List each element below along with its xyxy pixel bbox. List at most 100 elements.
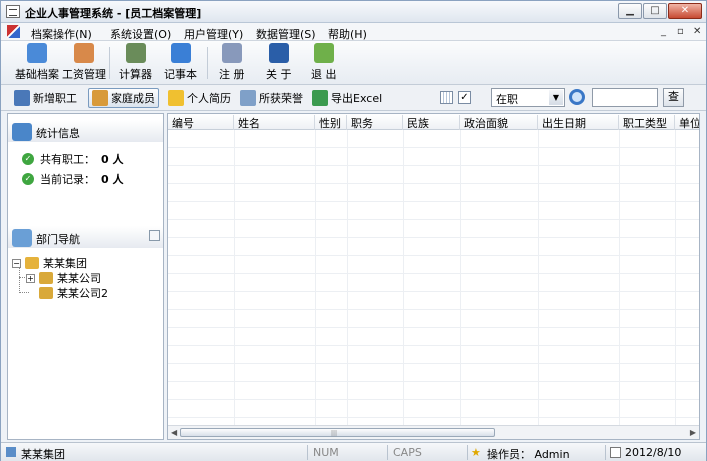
search-icon[interactable] (569, 89, 585, 105)
query-button[interactable]: 查 (663, 88, 684, 107)
status-divider (467, 445, 468, 460)
department-nav-icon (12, 229, 32, 247)
grid-column-line (347, 130, 348, 425)
export-excel-button[interactable]: 导出Excel (309, 88, 385, 108)
column-header[interactable]: 职务 (347, 115, 403, 130)
main-toolbar: 基础档案 工资管理 计算器 记事本 注 册 关 于 退 出 (1, 41, 706, 85)
toolbar-notepad-button[interactable]: 记事本 (164, 43, 197, 82)
mdi-minimize-button[interactable]: _ (661, 26, 666, 37)
group-status-icon (6, 447, 16, 457)
family-members-button[interactable]: 家庭成员 (88, 88, 159, 108)
total-employees-value: 0 人 (101, 153, 124, 166)
menu-system-settings[interactable]: 系统设置(O) (110, 26, 171, 42)
scroll-right-icon[interactable]: ▶ (690, 428, 696, 437)
menu-help[interactable]: 帮助(H) (328, 26, 367, 42)
tree-node-root[interactable]: − 某某集团 (12, 255, 87, 271)
check-icon: ✓ (22, 173, 34, 185)
exit-icon (313, 43, 334, 63)
stats-title: 统计信息 (36, 127, 80, 140)
column-header[interactable]: 编号 (168, 115, 234, 130)
calculator-icon (125, 43, 146, 63)
column-header[interactable]: 民族 (403, 115, 460, 130)
menu-archive[interactable]: 档案操作(N) (31, 26, 92, 42)
column-header[interactable]: 职工类型 (619, 115, 675, 130)
employee-grid[interactable]: 编号 姓名 性别 职务 民族 政治面貌 出生日期 职工类型 单位 ◀ ||| ▶ (167, 113, 700, 440)
status-divider (387, 445, 388, 460)
honor-icon (240, 90, 256, 106)
collapse-panel-icon[interactable] (149, 230, 160, 241)
dept-nav-title: 部门导航 (36, 233, 80, 246)
grid-column-line (234, 130, 235, 425)
notepad-icon (170, 43, 191, 63)
scroll-thumb[interactable]: ||| (180, 428, 495, 437)
toolbar-exit-button[interactable]: 退 出 (311, 43, 337, 82)
toolbar-separator (207, 47, 208, 79)
status-date: 2012/8/10 (625, 446, 682, 459)
honors-button[interactable]: 所获荣誉 (237, 88, 306, 108)
tree-node-company[interactable]: + 某某公司 (26, 270, 101, 286)
grid-view-icon[interactable] (440, 91, 453, 104)
toolbar-register-button[interactable]: 注 册 (219, 43, 245, 82)
menu-user-management[interactable]: 用户管理(Y) (184, 26, 243, 42)
stats-section-header: 统计信息 (8, 120, 163, 142)
family-icon (92, 90, 108, 106)
tree-connector (19, 292, 29, 293)
status-caps: CAPS (393, 446, 422, 459)
mdi-close-button[interactable]: ✕ (693, 26, 701, 37)
resume-label: 个人简历 (187, 92, 231, 105)
current-records-value: 0 人 (101, 173, 124, 186)
grid-column-line (403, 130, 404, 425)
toolbar-button-label: 计算器 (119, 68, 152, 81)
statistics-icon (12, 123, 32, 141)
toolbar-button-label: 基础档案 (15, 68, 59, 81)
mdi-restore-button[interactable]: ▫ (677, 26, 684, 37)
column-header[interactable]: 政治面貌 (460, 115, 538, 130)
expand-icon[interactable]: + (26, 273, 35, 283)
about-icon (268, 43, 289, 63)
status-select-value: 在职 (496, 93, 518, 106)
resume-button[interactable]: 个人简历 (165, 88, 234, 108)
chevron-down-icon[interactable]: ▼ (549, 90, 563, 105)
toolbar-button-label: 工资管理 (62, 68, 106, 81)
check-icon: ✓ (22, 153, 34, 165)
toolbar-about-button[interactable]: 关 于 (266, 43, 292, 82)
grid-column-line (315, 130, 316, 425)
excel-export-icon (312, 90, 328, 106)
salary-icon (74, 43, 94, 63)
mdi-child-icon (7, 25, 20, 38)
horizontal-scrollbar[interactable]: ◀ ||| ▶ (168, 425, 699, 439)
toolbar-salary-button[interactable]: 工资管理 (62, 43, 106, 82)
title-bar: 企业人事管理系统 - [员工档案管理] ▁ □ ✕ (1, 1, 706, 23)
group-icon (25, 257, 39, 269)
close-button[interactable]: ✕ (668, 3, 702, 19)
employment-status-select[interactable]: 在职 ▼ (491, 88, 565, 107)
menu-data-management[interactable]: 数据管理(S) (256, 26, 316, 42)
total-employees-label: 共有职工： (40, 153, 95, 166)
column-header[interactable]: 单位 (675, 115, 699, 130)
app-icon (6, 5, 20, 18)
grid-header: 编号 姓名 性别 职务 民族 政治面貌 出生日期 职工类型 单位 (168, 114, 699, 130)
status-divider (605, 445, 606, 460)
status-bar: 某某集团 NUM CAPS ★ 操作员： Admin 2012/8/10 (1, 442, 706, 461)
register-icon (221, 43, 242, 63)
star-icon: ★ (471, 446, 481, 459)
scroll-left-icon[interactable]: ◀ (171, 428, 177, 437)
column-header[interactable]: 性别 (315, 115, 347, 130)
menu-bar: 档案操作(N) 系统设置(O) 用户管理(Y) 数据管理(S) 帮助(H) _ … (1, 23, 706, 41)
show-all-checkbox[interactable]: ✓ (458, 91, 471, 104)
minimize-button[interactable]: ▁ (618, 3, 642, 19)
tree-node-company-2[interactable]: 某某公司2 (39, 285, 108, 301)
add-employee-button[interactable]: 新增职工 (11, 88, 80, 108)
tree-node-label: 某某公司 (57, 272, 101, 285)
search-input[interactable] (592, 88, 658, 107)
archive-icon (27, 43, 47, 63)
company-icon (39, 272, 53, 284)
toolbar-calculator-button[interactable]: 计算器 (119, 43, 152, 82)
grid-column-line (675, 130, 676, 425)
collapse-icon[interactable]: − (12, 258, 21, 268)
maximize-button[interactable]: □ (643, 3, 667, 19)
column-header[interactable]: 出生日期 (538, 115, 619, 130)
grid-column-line (538, 130, 539, 425)
toolbar-basic-archive-button[interactable]: 基础档案 (15, 43, 59, 82)
column-header[interactable]: 姓名 (234, 115, 315, 130)
